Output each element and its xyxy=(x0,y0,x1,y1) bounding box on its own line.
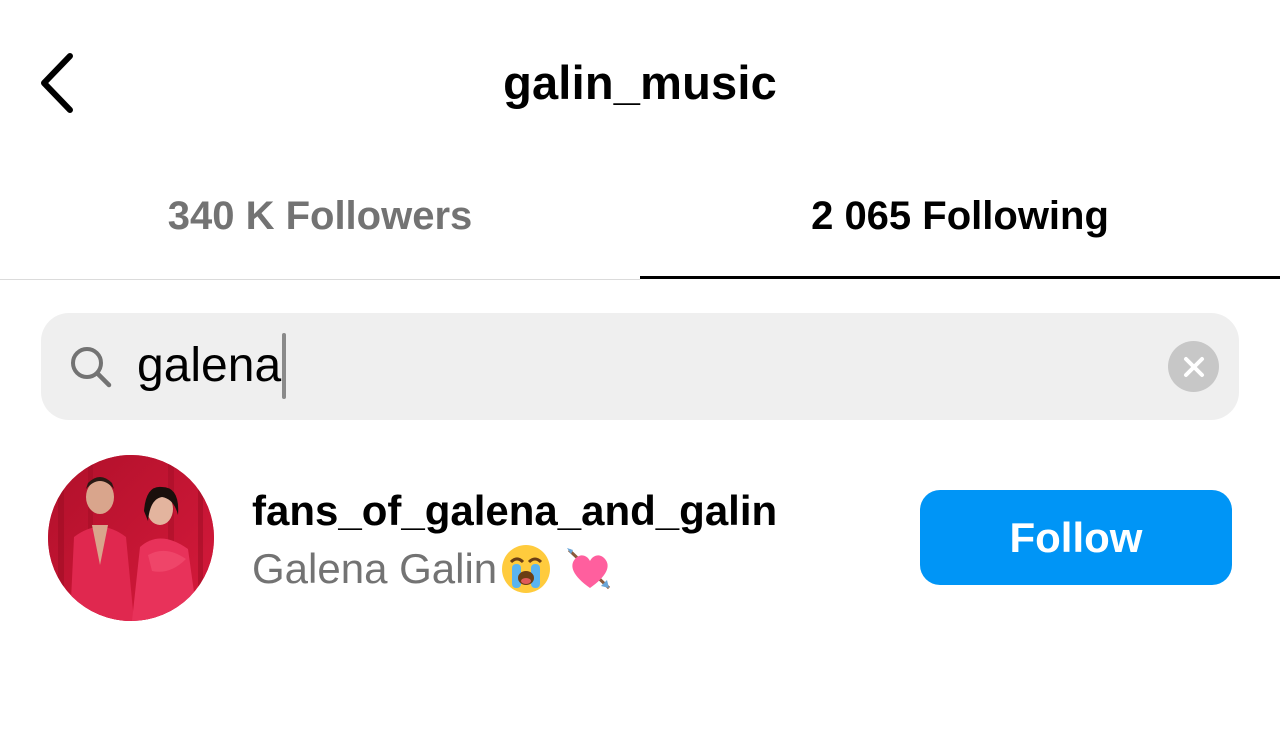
list-item[interactable]: fans_of_galena_and_galin Galena Galin Fo… xyxy=(0,450,1280,625)
search-input-value: galena xyxy=(137,339,282,392)
text-caret xyxy=(282,333,287,399)
following-list-screen: galin_music 340 K Followers 2 065 Follow… xyxy=(0,0,1280,734)
avatar-photo xyxy=(48,455,214,621)
loudly-crying-face-emoji-icon xyxy=(499,542,553,596)
follow-button[interactable]: Follow xyxy=(920,490,1232,585)
result-username[interactable]: fans_of_galena_and_galin xyxy=(252,487,777,535)
avatar[interactable] xyxy=(48,455,214,621)
tab-followers[interactable]: 340 K Followers xyxy=(0,170,640,280)
heart-with-arrow-emoji-icon xyxy=(563,542,617,596)
search-bar[interactable]: galena xyxy=(41,313,1239,420)
search-icon xyxy=(71,347,112,388)
clear-search-button[interactable] xyxy=(1168,341,1219,392)
search-input[interactable]: galena xyxy=(137,333,1137,399)
followers-following-tabs: 340 K Followers 2 065 Following xyxy=(0,170,1280,280)
page-title: galin_music xyxy=(503,56,777,109)
result-full-name: Galena Galin xyxy=(252,542,617,596)
close-icon xyxy=(1183,356,1204,377)
tab-following[interactable]: 2 065 Following xyxy=(640,170,1280,280)
result-full-name-text: Galena Galin xyxy=(252,545,498,592)
